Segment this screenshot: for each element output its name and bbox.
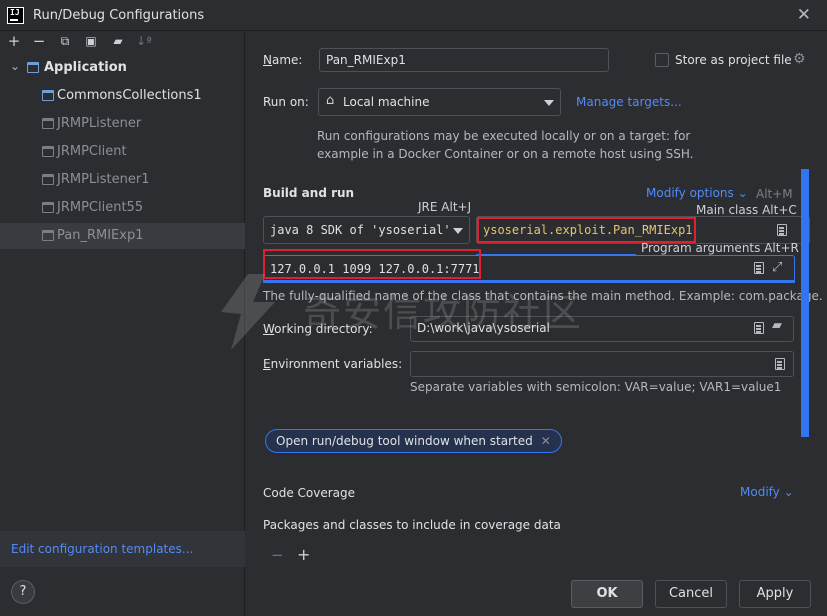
working-directory-input[interactable]: D:\work\java\ysoserial	[410, 316, 794, 342]
main-class-input[interactable]: ysoserial.exploit.Pan_RMIExp1	[476, 216, 810, 244]
application-config-icon	[42, 146, 54, 157]
edit-templates-link[interactable]: Edit configuration templates...	[11, 542, 193, 556]
application-config-icon	[42, 174, 54, 185]
tree-group-label: Application	[44, 60, 127, 75]
intellij-logo-icon: IJ	[7, 7, 24, 24]
environment-variables-help: Separate variables with semicolon: VAR=v…	[410, 380, 782, 394]
folder-icon[interactable]: ▰	[109, 34, 127, 48]
browse-icon[interactable]	[754, 262, 764, 274]
close-icon[interactable]: ✕	[797, 5, 811, 25]
working-directory-label: Working directory:	[263, 322, 373, 336]
configurations-sidebar: + − ⧉ ▣ ▰ ↓ª ⌄ Application CommonsCollec…	[0, 31, 245, 616]
build-and-run-heading: Build and run	[263, 186, 355, 200]
chevron-down-icon	[453, 228, 463, 234]
help-button[interactable]: ?	[11, 580, 35, 604]
browse-icon[interactable]	[775, 358, 785, 370]
tree-item-label: JRMPListener	[57, 116, 142, 131]
application-config-icon	[42, 230, 54, 241]
main-class-help-text: The fully-qualified name of the class th…	[263, 289, 823, 303]
environment-variables-label: Environment variables:	[263, 357, 403, 371]
store-as-project-file-label: Store as project file	[675, 53, 792, 67]
tree-item-label: JRMPClient	[57, 144, 127, 159]
application-config-icon	[42, 202, 54, 213]
title-bar: IJ Run/Debug Configurations ✕	[0, 0, 827, 31]
program-args-hint: Program arguments Alt+R	[641, 241, 799, 255]
application-icon	[27, 62, 39, 73]
chevron-down-icon[interactable]: ⌄	[10, 59, 20, 73]
minus-icon[interactable]: −	[30, 32, 48, 50]
tree-group-application[interactable]: ⌄ Application	[0, 55, 245, 81]
cancel-button[interactable]: Cancel	[655, 580, 727, 608]
browse-icon[interactable]	[777, 224, 787, 236]
ok-button[interactable]: OK	[571, 580, 643, 608]
program-arguments-input[interactable]: 127.0.0.1 1099 127.0.0.1:7771	[263, 255, 795, 283]
window-title: Run/Debug Configurations	[33, 8, 205, 23]
tree-item-label: CommonsCollections1	[57, 88, 202, 103]
run-on-help-line1: Run configurations may be executed local…	[317, 129, 691, 143]
browse-icon[interactable]	[754, 322, 764, 334]
application-config-icon	[42, 118, 54, 129]
name-input[interactable]: Pan_RMIExp1	[319, 48, 609, 72]
environment-variables-input[interactable]	[410, 351, 794, 377]
minus-icon[interactable]: −	[271, 546, 284, 564]
sidebar-toolbar: + − ⧉ ▣ ▰ ↓ª	[0, 31, 245, 53]
application-config-icon	[42, 90, 54, 101]
run-on-value: Local machine	[343, 95, 430, 109]
tree-item-jrmpclient[interactable]: JRMPClient	[0, 139, 245, 165]
form-scrollbar[interactable]	[801, 169, 809, 437]
jre-value: java 8 SDK of 'ysoserial'	[270, 223, 451, 237]
sort-icon[interactable]: ↓ª	[135, 34, 153, 48]
chevron-down-icon	[544, 100, 554, 106]
edit-templates-bar: Edit configuration templates...	[0, 531, 245, 567]
name-label: Name:	[263, 53, 303, 67]
modify-options-link[interactable]: Modify options ⌄	[646, 186, 748, 200]
jre-select[interactable]: java 8 SDK of 'ysoserial'	[263, 216, 470, 244]
save-icon[interactable]: ▣	[82, 34, 100, 48]
main-class-hint: Main class Alt+C	[696, 203, 797, 217]
configuration-form: Name: Pan_RMIExp1 Store as project file …	[246, 31, 827, 616]
tree-item-label: Pan_RMIExp1	[57, 228, 144, 243]
manage-targets-link[interactable]: Manage targets...	[576, 95, 682, 109]
tree-item-label: JRMPListener1	[57, 172, 150, 187]
copy-icon[interactable]: ⧉	[56, 34, 74, 49]
open-tool-window-option[interactable]: Open run/debug tool window when started ✕	[265, 429, 562, 453]
tree-item-jrmpclient55[interactable]: JRMPClient55	[0, 195, 245, 221]
expand-icon[interactable]: ⤢	[772, 260, 782, 275]
tree-item-label: JRMPClient55	[57, 200, 144, 215]
plus-icon[interactable]: +	[297, 545, 310, 564]
coverage-modify-link[interactable]: Modify ⌄	[740, 485, 794, 499]
modify-options-shortcut: Alt+M	[756, 187, 793, 201]
focus-underline-args	[263, 280, 795, 283]
tree-item-jrmplistener1[interactable]: JRMPListener1	[0, 167, 245, 193]
run-on-label: Run on:	[263, 95, 309, 109]
apply-button[interactable]: Apply	[739, 580, 811, 608]
gear-icon[interactable]: ⚙	[793, 51, 806, 67]
plus-icon[interactable]: +	[5, 32, 23, 50]
store-as-project-file-checkbox[interactable]	[655, 53, 669, 67]
folder-open-icon[interactable]: ▰	[772, 318, 782, 333]
code-coverage-heading: Code Coverage	[263, 486, 356, 500]
coverage-packages-label: Packages and classes to include in cover…	[263, 518, 561, 532]
home-icon: ⌂	[326, 93, 335, 108]
tree-item-commonscollections1[interactable]: CommonsCollections1	[0, 83, 245, 109]
close-icon[interactable]: ✕	[541, 434, 551, 448]
jre-hint: JRE Alt+J	[418, 200, 472, 214]
tree-item-pan-rmiexp1[interactable]: Pan_RMIExp1	[0, 223, 245, 249]
run-on-help-line2: example in a Docker Container or on a re…	[317, 147, 694, 161]
tree-item-jrmplistener[interactable]: JRMPListener	[0, 111, 245, 137]
run-on-select[interactable]: ⌂ Local machine	[318, 88, 561, 116]
